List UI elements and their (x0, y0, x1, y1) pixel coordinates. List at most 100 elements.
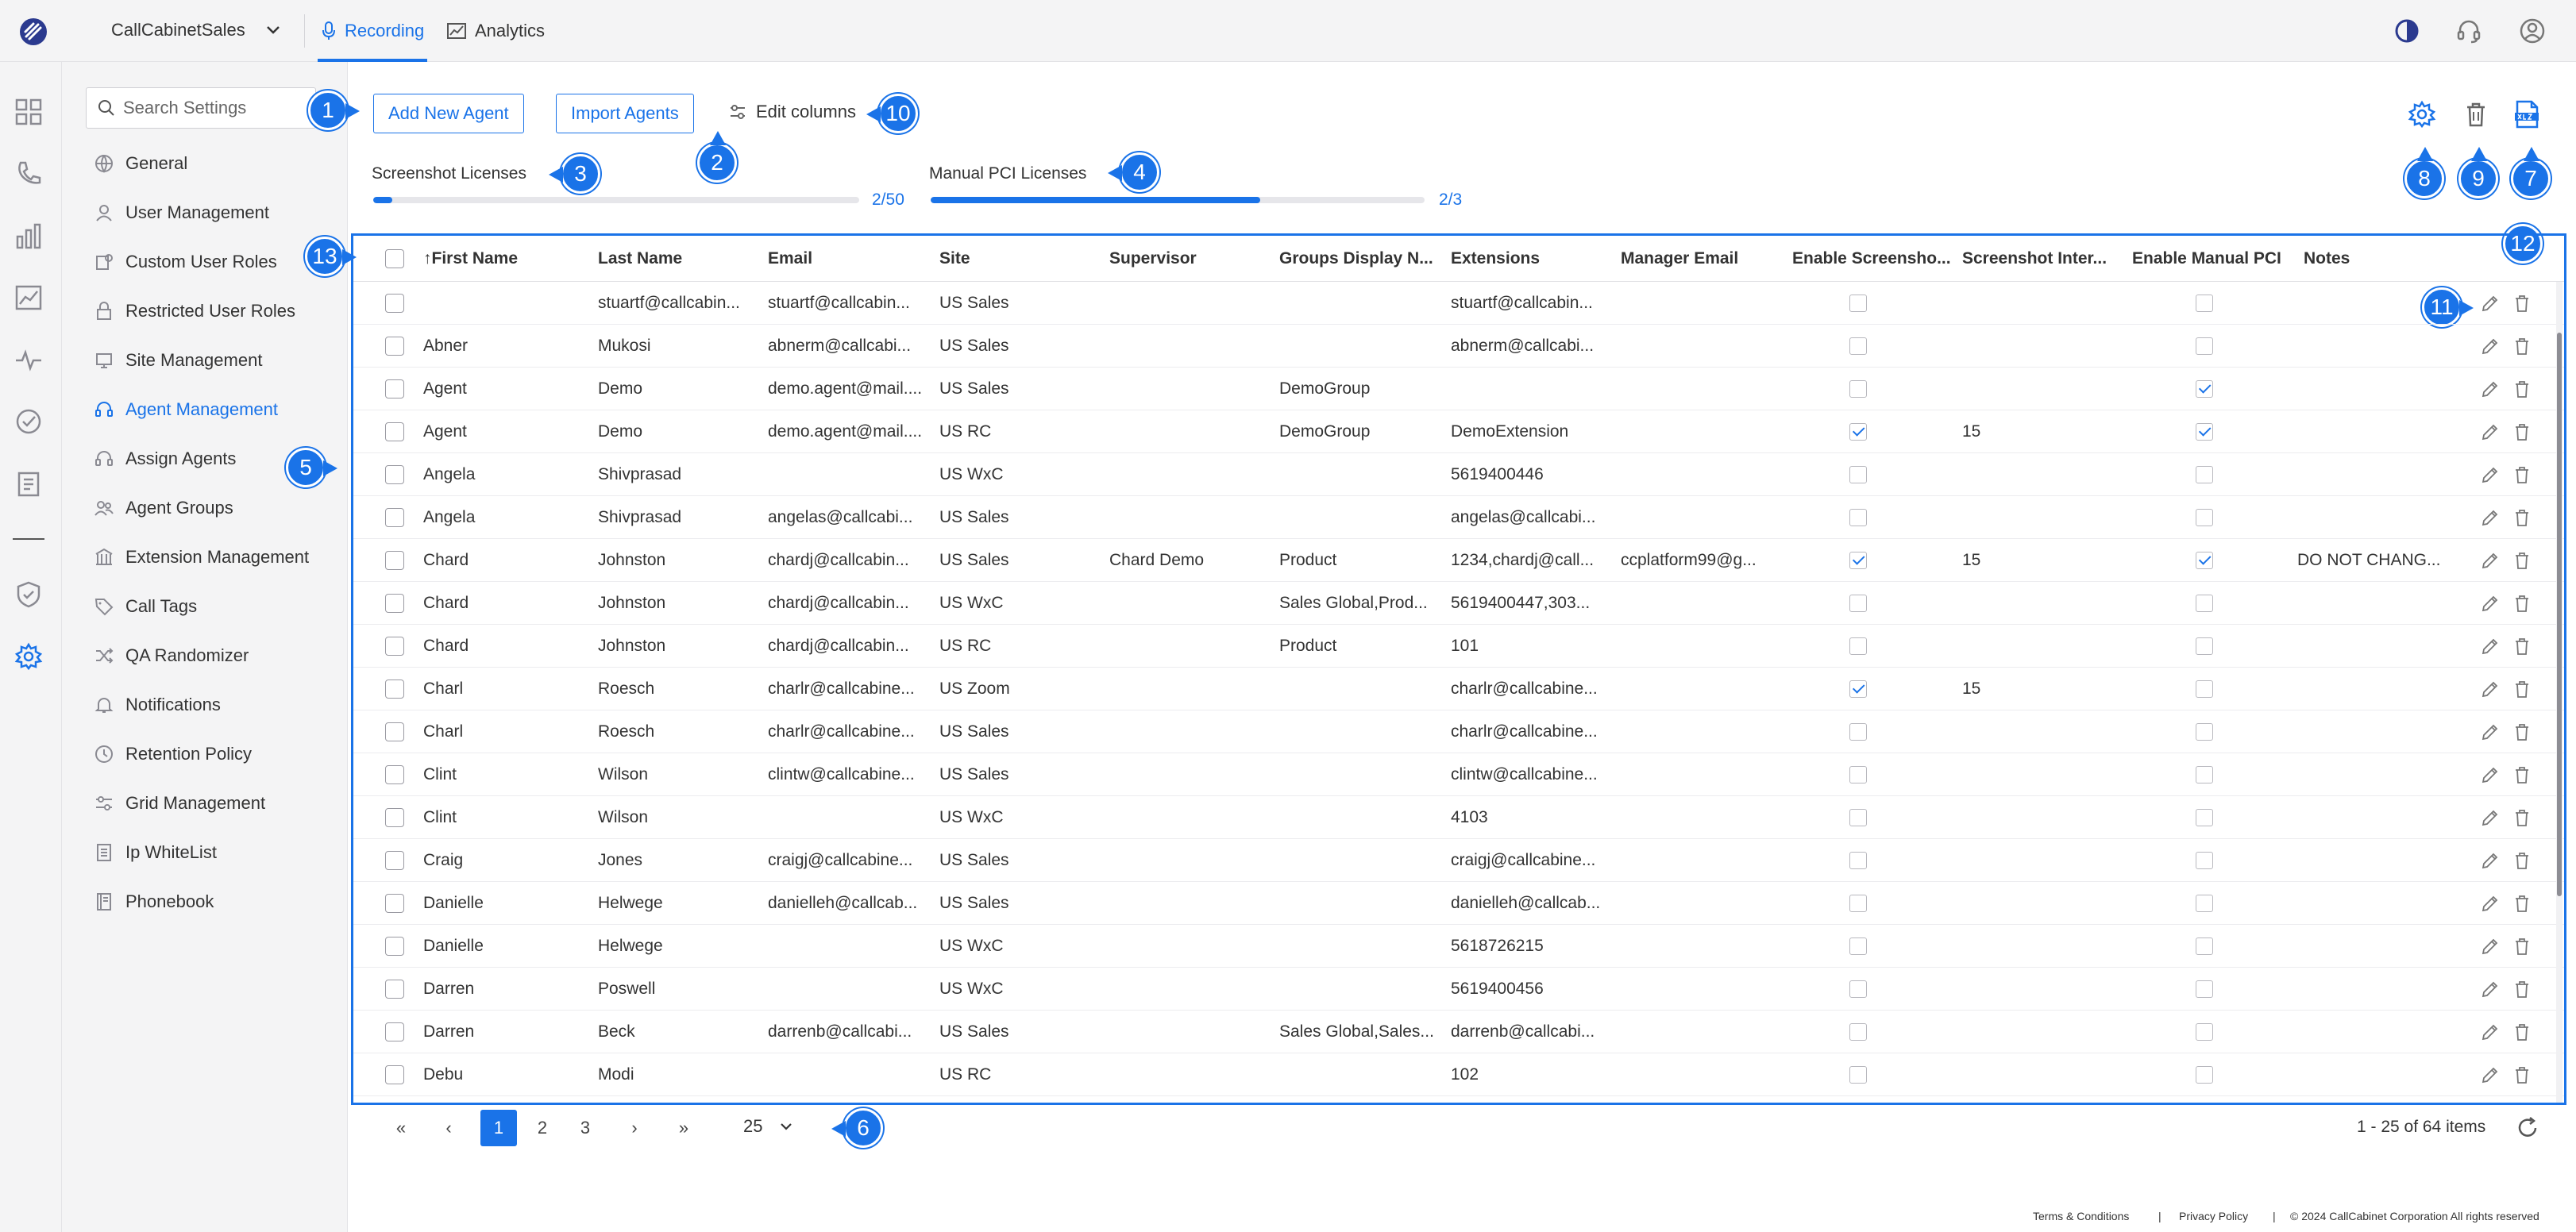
checkbox-box[interactable] (1849, 552, 1867, 569)
enable-screenshot-checkbox[interactable] (1849, 625, 1867, 668)
table-row[interactable]: Abner Mukosi abnerm@callcabi... US Sales abn… (353, 325, 2564, 368)
checkbox-box[interactable] (2196, 509, 2213, 526)
table-row[interactable]: Craig Jones craigj@callcabine... US Sales cr… (353, 839, 2564, 882)
table-row[interactable]: Angela Shivprasad angelas@callcabi... US Sa… (353, 496, 2564, 539)
column-header-site[interactable]: Site (939, 236, 1098, 282)
enable-manual-pci-checkbox[interactable] (2196, 539, 2213, 582)
column-header-supervisor[interactable]: Supervisor (1109, 236, 1268, 282)
row-select-cell[interactable] (385, 282, 404, 325)
privacy-link[interactable]: Privacy Policy (2179, 1210, 2248, 1222)
trash-icon[interactable] (2512, 336, 2532, 356)
gear-icon[interactable] (13, 641, 44, 672)
trash-icon[interactable] (2512, 464, 2532, 485)
enable-manual-pci-checkbox[interactable] (2196, 839, 2213, 882)
enable-manual-pci-checkbox[interactable] (2196, 668, 2213, 710)
trash-icon[interactable] (2512, 936, 2532, 957)
checkbox-box[interactable] (2196, 809, 2213, 826)
enable-screenshot-checkbox[interactable] (1849, 668, 1867, 710)
app-switcher[interactable]: CallCabinetSales (111, 20, 280, 40)
column-header-last-name[interactable]: Last Name (598, 236, 757, 282)
row-select-cell[interactable] (385, 625, 404, 668)
trash-icon[interactable] (2512, 722, 2532, 742)
add-new-agent-button[interactable]: Add New Agent (373, 94, 524, 133)
checkbox-box[interactable] (2196, 852, 2213, 869)
pencil-icon[interactable] (2480, 593, 2501, 614)
settings-item-extension-management[interactable]: Extension Management (94, 541, 332, 573)
row-select-checkbox[interactable] (385, 808, 404, 827)
enable-manual-pci-checkbox[interactable] (2196, 625, 2213, 668)
checkbox-box[interactable] (1849, 937, 1867, 955)
checkbox-box[interactable] (1849, 380, 1867, 398)
pencil-icon[interactable] (2480, 722, 2501, 742)
enable-screenshot-checkbox[interactable] (1849, 282, 1867, 325)
trash-icon[interactable] (2512, 893, 2532, 914)
table-row[interactable]: Charl Roesch charlr@callcabine... US Zoom ch… (353, 668, 2564, 710)
tab-analytics[interactable]: Analytics (446, 17, 545, 44)
enable-screenshot-checkbox[interactable] (1849, 882, 1867, 925)
row-select-checkbox[interactable] (385, 637, 404, 656)
checkbox-box[interactable] (2196, 1023, 2213, 1041)
select-all-cell[interactable] (385, 236, 404, 282)
checkbox-box[interactable] (1849, 423, 1867, 441)
settings-item-agent-management[interactable]: Agent Management (94, 394, 332, 425)
checkbox-box[interactable] (1849, 509, 1867, 526)
row-select-checkbox[interactable] (385, 851, 404, 870)
column-header-enable-manual-pci[interactable]: Enable Manual PCI (2132, 236, 2299, 282)
phone-icon[interactable] (13, 159, 44, 189)
settings-item-user-management[interactable]: User Management (94, 197, 332, 229)
enable-manual-pci-checkbox[interactable] (2196, 882, 2213, 925)
settings-item-site-management[interactable]: Site Management (94, 345, 332, 376)
row-select-checkbox[interactable] (385, 422, 404, 441)
enable-screenshot-checkbox[interactable] (1849, 968, 1867, 1011)
table-row[interactable]: Debu Modi US RC 102 (353, 1053, 2564, 1096)
row-select-cell[interactable] (385, 753, 404, 796)
table-row[interactable]: Clint Wilson clintw@callcabine... US Sales c… (353, 753, 2564, 796)
table-row[interactable]: Chard Johnston chardj@callcabin... US RC Pro… (353, 625, 2564, 668)
grid-scrollbar-thumb[interactable] (2557, 333, 2562, 896)
trash-icon[interactable] (2512, 379, 2532, 399)
checkbox-box[interactable] (2196, 423, 2213, 441)
checkbox-box[interactable] (1849, 337, 1867, 355)
table-row[interactable]: Clint Wilson US WxC 4103 (353, 796, 2564, 839)
checkbox-box[interactable] (2196, 380, 2213, 398)
row-select-cell[interactable] (385, 582, 404, 625)
table-row[interactable]: Danielle Helwege danielleh@callcab... US Sa… (353, 882, 2564, 925)
checkbox-box[interactable] (2196, 766, 2213, 783)
bar-chart-icon[interactable] (13, 221, 44, 251)
pager-next-button[interactable]: › (616, 1110, 653, 1146)
table-row[interactable]: Chard Johnston chardj@callcabin... US Sales… (353, 539, 2564, 582)
select-all-checkbox[interactable] (385, 249, 404, 268)
enable-screenshot-checkbox[interactable] (1849, 1011, 1867, 1053)
callcabinet-logo-icon[interactable] (17, 16, 49, 48)
checkbox-box[interactable] (2196, 980, 2213, 998)
column-header-groups[interactable]: Groups Display N... (1279, 236, 1438, 282)
enable-manual-pci-checkbox[interactable] (2196, 582, 2213, 625)
pencil-icon[interactable] (2480, 464, 2501, 485)
enable-manual-pci-checkbox[interactable] (2196, 410, 2213, 453)
row-select-checkbox[interactable] (385, 680, 404, 699)
enable-screenshot-checkbox[interactable] (1849, 1053, 1867, 1096)
checkbox-box[interactable] (1849, 1023, 1867, 1041)
enable-manual-pci-checkbox[interactable] (2196, 496, 2213, 539)
enable-manual-pci-checkbox[interactable] (2196, 1053, 2213, 1096)
row-select-checkbox[interactable] (385, 894, 404, 913)
settings-item-call-tags[interactable]: Call Tags (94, 591, 332, 622)
table-row[interactable]: Angela Shivprasad US WxC 5619400446 (353, 453, 2564, 496)
checkbox-box[interactable] (1849, 852, 1867, 869)
search-box[interactable] (86, 87, 316, 129)
terms-link[interactable]: Terms & Conditions (2033, 1210, 2129, 1222)
enable-manual-pci-checkbox[interactable] (2196, 710, 2213, 753)
row-select-cell[interactable] (385, 968, 404, 1011)
checkbox-box[interactable] (1849, 766, 1867, 783)
column-header-screenshot-interval[interactable]: Screenshot Inter... (1962, 236, 2129, 282)
enable-manual-pci-checkbox[interactable] (2196, 325, 2213, 368)
row-select-cell[interactable] (385, 325, 404, 368)
enable-screenshot-checkbox[interactable] (1849, 496, 1867, 539)
checkbox-box[interactable] (1849, 980, 1867, 998)
column-header-notes[interactable]: Notes (2304, 236, 2447, 282)
table-row[interactable]: stuartf@callcabin... stuartf@callcabin...… (353, 282, 2564, 325)
enable-manual-pci-checkbox[interactable] (2196, 753, 2213, 796)
enable-screenshot-checkbox[interactable] (1849, 839, 1867, 882)
enable-manual-pci-checkbox[interactable] (2196, 282, 2213, 325)
dashboard-icon[interactable] (13, 97, 44, 127)
